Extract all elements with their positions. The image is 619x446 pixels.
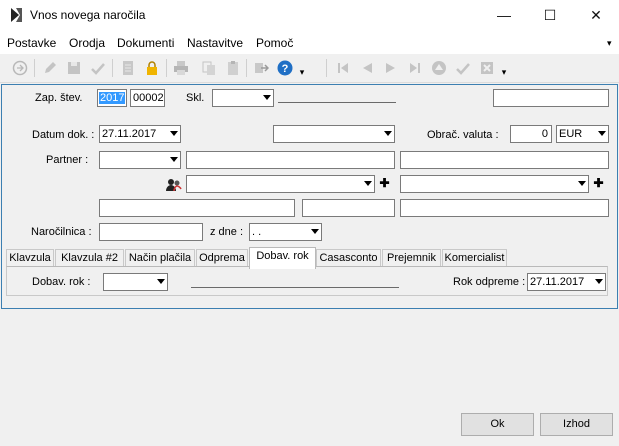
skl-dropdown[interactable] [212,89,274,107]
z-dne-label: z dne : [210,226,244,238]
menu-dokumenti[interactable]: Dokumenti [117,36,174,50]
menu-pomoc[interactable]: Pomoč [256,36,293,50]
chevron-down-icon [157,279,165,284]
app-icon [11,8,22,22]
dobav-rok-dropdown[interactable] [103,273,168,291]
toolbar: ? ▾ ▾ [0,54,619,83]
narocilnica-label: Naročilnica : [31,226,92,238]
ok-button[interactable]: Ok [461,413,534,436]
cancel-icon[interactable] [479,60,495,76]
chevron-down-icon [170,157,178,162]
currency-dropdown[interactable]: EUR [556,125,609,143]
address-field-1[interactable] [99,199,295,217]
toolbar-separator [34,59,35,77]
partner-dropdown[interactable] [99,151,181,169]
rok-odpreme-picker[interactable]: 27.11.2017 [527,273,606,291]
partner-label: Partner : [46,154,89,166]
close-button[interactable]: ✕ [573,0,619,30]
z-dne-picker[interactable]: . . [249,223,322,241]
first-icon[interactable] [335,60,351,76]
chevron-down-icon [263,95,271,100]
datum-dok-label: Datum dok. : [32,129,95,141]
copy-icon[interactable] [201,60,217,76]
datum-dok-value: 27.11.2017 [102,128,157,140]
pencil-icon[interactable] [42,60,58,76]
add-address-icon-2[interactable]: ✚ [593,177,604,189]
zap-stev-number-input[interactable]: 00002 [130,89,165,107]
rok-odpreme-value: 27.11.2017 [530,276,585,288]
dobav-rok-label: Dobav. rok : [32,276,91,288]
minimize-button[interactable]: — [481,0,527,30]
add-address-icon[interactable]: ✚ [379,177,390,189]
window-title: Vnos novega naročila [30,8,146,22]
next-icon[interactable] [383,60,399,76]
export-icon[interactable] [253,60,269,76]
dobav-rok-description-line [191,287,399,288]
maximize-button[interactable]: ☐ [527,0,573,30]
z-dne-value: . . [252,226,262,238]
chevron-down-icon [384,131,392,136]
partner-name-field[interactable] [186,151,395,169]
chevron-down-icon [595,279,603,284]
last-icon[interactable] [407,60,423,76]
zap-stev-year-value: 2017 [99,92,126,104]
obrac-valuta-label: Obrač. valuta : [427,129,499,141]
chevron-down-icon [578,181,586,186]
menu-postavke[interactable]: Postavke [7,36,56,50]
menu-orodja[interactable]: Orodja [69,36,105,50]
skl-label: Skl. [186,92,205,104]
chevron-down-icon [364,181,372,186]
top-right-field[interactable] [493,89,609,107]
address-field-3[interactable] [400,199,609,217]
help-icon[interactable]: ? [277,60,293,76]
address-dropdown[interactable] [186,175,375,193]
chevron-down-icon [311,229,319,234]
toolbar-separator [166,59,167,77]
circle-arrow-icon[interactable] [12,60,28,76]
title-bar: Vnos novega naročila — ☐ ✕ [0,0,619,30]
tab-panel-dobav-rok: Dobav. rok : Rok odpreme : 27.11.2017 [6,266,608,296]
obrac-valuta-amount-input[interactable]: 0 [510,125,552,143]
check-icon[interactable] [90,60,106,76]
izhod-button[interactable]: Izhod [540,413,613,436]
skl-description-line [278,102,396,103]
toolbar-separator [326,59,327,77]
chevron-down-icon [598,131,606,136]
tab-dobav-rok[interactable]: Dobav. rok [249,247,316,269]
address-dropdown-2[interactable] [400,175,589,193]
lock-icon[interactable] [144,60,160,76]
toolbar-separator [246,59,247,77]
currency-value: EUR [559,128,583,140]
narocilnica-input[interactable] [99,223,203,241]
order-form: Zap. štev. 2017 00002 Skl. Datum dok. : … [1,84,618,309]
partner-name-field-2[interactable] [400,151,609,169]
document-icon[interactable] [120,60,136,76]
menu-nastavitve[interactable]: Nastavitve [187,36,243,50]
prev-icon[interactable] [359,60,375,76]
datum-dok-picker[interactable]: 27.11.2017 [99,125,181,143]
zap-stev-label: Zap. štev. [35,92,83,104]
contacts-icon[interactable] [165,177,183,193]
up-icon[interactable] [431,60,447,76]
address-field-2[interactable] [302,199,395,217]
zap-stev-year-input[interactable]: 2017 [97,89,127,107]
help-dropdown-icon[interactable]: ▾ [297,64,307,80]
svg-text:?: ? [282,63,289,75]
chevron-down-icon [170,131,178,136]
confirm-icon[interactable] [455,60,471,76]
print-icon[interactable] [173,60,189,76]
rok-odpreme-label: Rok odpreme : [453,276,526,288]
menu-overflow-icon[interactable]: ▾ [607,38,612,49]
paste-icon[interactable] [225,60,241,76]
save-icon[interactable] [66,60,82,76]
menu-bar: Postavke Orodja Dokumenti Nastavitve Pom… [0,30,619,54]
toolbar-overflow-icon[interactable]: ▾ [499,64,509,80]
toolbar-separator [112,59,113,77]
middle-dropdown[interactable] [273,125,395,143]
